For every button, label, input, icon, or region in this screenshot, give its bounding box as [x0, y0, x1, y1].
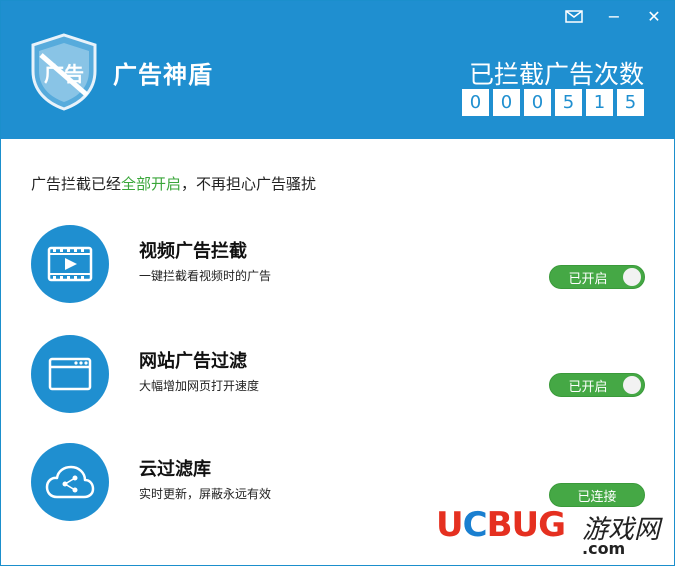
- feature-description: 大幅增加网页打开速度: [139, 379, 260, 393]
- count-digit: 0: [524, 89, 551, 116]
- feature-description: 一键拦截看视频时的广告: [139, 269, 272, 283]
- cloud-share-icon: [45, 465, 95, 499]
- toggle-knob: [623, 376, 641, 394]
- app-title: 广告神盾: [113, 61, 213, 89]
- blocked-count-digits: 0 0 0 5 1 5: [462, 89, 644, 116]
- shield-logo-icon: 广告: [31, 33, 97, 111]
- status-prefix: 广告拦截已经: [31, 175, 122, 193]
- feature-title: 云过滤库: [139, 459, 211, 480]
- feature-icon-circle: [31, 443, 109, 521]
- feature-video-ad-block: 视频广告拦截 一键拦截看视频时的广告 已开启: [31, 225, 651, 305]
- app-window: 广告 广告神盾 − ✕ 已拦截广告次数 0 0 0 5 1 5 广告拦截已经全部…: [0, 0, 675, 566]
- status-highlight: 全部开启: [121, 175, 182, 193]
- feature-title: 网站广告过滤: [139, 351, 247, 372]
- minimize-button[interactable]: −: [602, 6, 626, 26]
- mail-icon: [565, 9, 583, 23]
- video-ad-block-toggle[interactable]: 已开启: [549, 265, 645, 289]
- mail-button[interactable]: [562, 6, 586, 26]
- feature-description: 实时更新，屏蔽永远有效: [139, 487, 272, 501]
- status-message: 广告拦截已经全部开启，不再担心广告骚扰: [31, 173, 316, 194]
- brand-letter: U: [436, 505, 464, 545]
- count-digit: 5: [555, 89, 582, 116]
- video-player-icon: [47, 246, 93, 282]
- count-digit: 1: [586, 89, 613, 116]
- count-digit: 0: [493, 89, 520, 116]
- close-button[interactable]: ✕: [642, 6, 666, 26]
- blocked-count-label: 已拦截广告次数: [468, 60, 644, 89]
- watermark-brand: UCBUG: [436, 505, 566, 545]
- feature-icon-circle: [31, 335, 109, 413]
- website-ad-filter-toggle[interactable]: 已开启: [549, 373, 645, 397]
- status-suffix: ，不再担心广告骚扰: [181, 175, 317, 193]
- brand-letters: BUG: [486, 505, 566, 545]
- window-controls: − ✕: [562, 6, 666, 26]
- header-bar: 广告 广告神盾 − ✕ 已拦截广告次数 0 0 0 5 1 5: [1, 1, 674, 139]
- toggle-knob: [623, 268, 641, 286]
- feature-title: 视频广告拦截: [139, 241, 247, 262]
- feature-icon-circle: [31, 225, 109, 303]
- watermark-domain: .com: [582, 539, 626, 558]
- brand-letter: C: [462, 505, 488, 545]
- feature-website-ad-filter: 网站广告过滤 大幅增加网页打开速度 已开启: [31, 335, 651, 415]
- browser-window-icon: [48, 357, 92, 391]
- toggle-label: 已连接: [577, 489, 617, 505]
- count-digit: 5: [617, 89, 644, 116]
- count-digit: 0: [462, 89, 489, 116]
- site-watermark: UCBUG 游戏网 .com: [436, 503, 666, 561]
